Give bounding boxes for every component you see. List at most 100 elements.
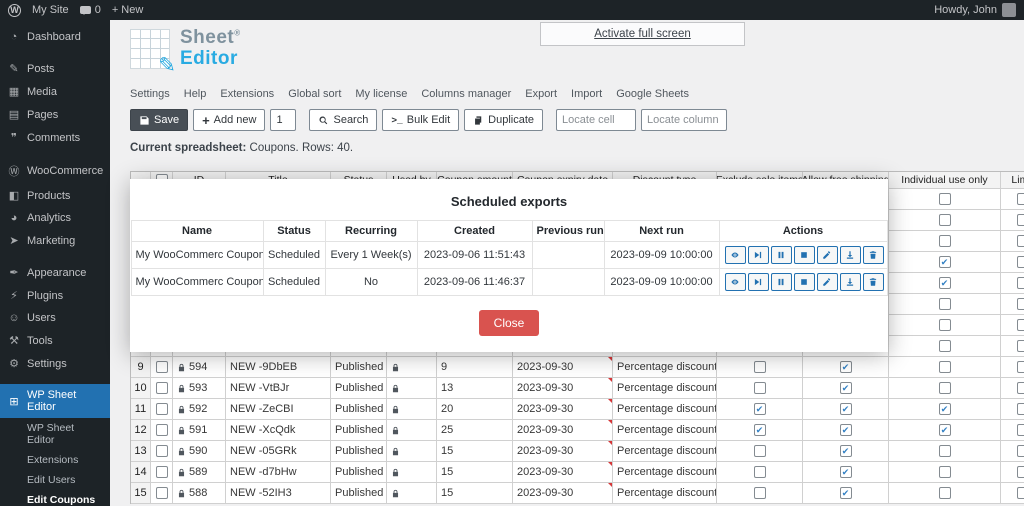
- free-shipping-cell[interactable]: ✔: [803, 483, 889, 504]
- coupon-amount-cell[interactable]: 15: [437, 462, 513, 483]
- edit-button[interactable]: [816, 246, 838, 264]
- free-shipping-cell[interactable]: ✔: [803, 378, 889, 399]
- sidebar-item-plugins[interactable]: ⚡ Plugins: [0, 284, 110, 307]
- sidebar-item-products[interactable]: ◧ Products: [0, 184, 110, 207]
- exclude-sale-items-cell[interactable]: [717, 462, 803, 483]
- menu-item-export[interactable]: Export: [525, 88, 557, 100]
- delete-button[interactable]: [862, 273, 884, 291]
- wp-logo[interactable]: W: [8, 3, 21, 17]
- row-number[interactable]: 12: [131, 420, 151, 441]
- sidebar-subitem-wp-sheet-editor[interactable]: WP Sheet Editor: [0, 418, 110, 450]
- discount-type-cell[interactable]: Percentage discount: [613, 399, 717, 420]
- sidebar-item-tools[interactable]: ⚒ Tools: [0, 329, 110, 352]
- column-header[interactable]: Individual use only: [889, 172, 1001, 189]
- individual-use-cell[interactable]: ✔: [889, 420, 1001, 441]
- title-cell[interactable]: NEW -VtBJr: [226, 378, 331, 399]
- id-cell[interactable]: 594: [173, 357, 226, 378]
- individual-use-checkbox[interactable]: [938, 298, 951, 310]
- exclude-sale-checkbox[interactable]: [753, 382, 766, 394]
- used-by-cell[interactable]: [387, 441, 437, 462]
- exclude-sale-items-cell[interactable]: [717, 441, 803, 462]
- free-shipping-cell[interactable]: ✔: [803, 462, 889, 483]
- limit-cell[interactable]: [1001, 189, 1024, 210]
- individual-use-cell[interactable]: ✔: [889, 273, 1001, 294]
- add-count-input[interactable]: [270, 109, 297, 131]
- limit-checkbox[interactable]: [1016, 235, 1024, 247]
- id-cell[interactable]: 591: [173, 420, 226, 441]
- title-cell[interactable]: NEW -52IH3: [226, 483, 331, 504]
- exclude-sale-items-cell[interactable]: [717, 483, 803, 504]
- id-cell[interactable]: 589: [173, 462, 226, 483]
- used-by-cell[interactable]: [387, 420, 437, 441]
- view-button[interactable]: [724, 273, 746, 291]
- limit-cell[interactable]: [1001, 441, 1024, 462]
- view-button[interactable]: [724, 246, 746, 264]
- individual-use-checkbox[interactable]: [938, 193, 951, 205]
- my-site-link[interactable]: My Site: [32, 4, 69, 16]
- used-by-cell[interactable]: [387, 462, 437, 483]
- exclude-sale-items-cell[interactable]: [717, 357, 803, 378]
- limit-checkbox[interactable]: [1016, 193, 1024, 205]
- status-cell[interactable]: Published: [331, 483, 387, 504]
- delete-button[interactable]: [862, 246, 884, 264]
- close-button[interactable]: Close: [478, 310, 540, 336]
- row-checkbox[interactable]: [155, 403, 168, 415]
- individual-use-checkbox[interactable]: [938, 382, 951, 394]
- limit-checkbox[interactable]: [1016, 424, 1024, 436]
- new-content-link[interactable]: + New: [112, 4, 144, 16]
- title-cell[interactable]: NEW -d7bHw: [226, 462, 331, 483]
- coupon-amount-cell[interactable]: 25: [437, 420, 513, 441]
- run-now-button[interactable]: [747, 246, 769, 264]
- run-now-button[interactable]: [747, 273, 769, 291]
- status-cell[interactable]: Published: [331, 399, 387, 420]
- individual-use-cell[interactable]: [889, 336, 1001, 357]
- individual-use-cell[interactable]: [889, 315, 1001, 336]
- row-number[interactable]: 10: [131, 378, 151, 399]
- individual-use-checkbox[interactable]: [938, 319, 951, 331]
- expiry-date-cell[interactable]: 2023-09-30: [513, 462, 613, 483]
- limit-checkbox[interactable]: [1016, 487, 1024, 499]
- limit-checkbox[interactable]: [1016, 256, 1024, 268]
- limit-cell[interactable]: [1001, 462, 1024, 483]
- free-shipping-cell[interactable]: ✔: [803, 441, 889, 462]
- free-shipping-checkbox[interactable]: ✔: [839, 403, 852, 415]
- column-header[interactable]: Limit: [1001, 172, 1024, 189]
- row-select-cell[interactable]: [151, 357, 173, 378]
- save-button[interactable]: Save: [130, 109, 189, 131]
- limit-cell[interactable]: [1001, 357, 1024, 378]
- limit-checkbox[interactable]: [1016, 361, 1024, 373]
- sidebar-item-analytics[interactable]: ◕ Analytics: [0, 207, 110, 229]
- locate-cell-input[interactable]: [556, 109, 637, 131]
- free-shipping-cell[interactable]: ✔: [803, 399, 889, 420]
- limit-cell[interactable]: [1001, 399, 1024, 420]
- free-shipping-checkbox[interactable]: ✔: [839, 487, 852, 499]
- exclude-sale-items-cell[interactable]: ✔: [717, 399, 803, 420]
- pause-button[interactable]: [770, 273, 792, 291]
- title-cell[interactable]: NEW -9DbEB: [226, 357, 331, 378]
- limit-cell[interactable]: [1001, 231, 1024, 252]
- used-by-cell[interactable]: [387, 483, 437, 504]
- row-number[interactable]: 15: [131, 483, 151, 504]
- coupon-amount-cell[interactable]: 15: [437, 441, 513, 462]
- free-shipping-checkbox[interactable]: ✔: [839, 382, 852, 394]
- individual-use-cell[interactable]: [889, 441, 1001, 462]
- individual-use-checkbox[interactable]: [938, 445, 951, 457]
- limit-checkbox[interactable]: [1016, 382, 1024, 394]
- individual-use-cell[interactable]: [889, 189, 1001, 210]
- individual-use-checkbox[interactable]: [938, 340, 951, 352]
- expiry-date-cell[interactable]: 2023-09-30: [513, 357, 613, 378]
- download-button[interactable]: [839, 246, 861, 264]
- free-shipping-checkbox[interactable]: ✔: [839, 445, 852, 457]
- discount-type-cell[interactable]: Percentage discount: [613, 420, 717, 441]
- status-cell[interactable]: Published: [331, 378, 387, 399]
- individual-use-checkbox[interactable]: ✔: [938, 403, 951, 415]
- exclude-sale-checkbox[interactable]: [753, 487, 766, 499]
- individual-use-cell[interactable]: [889, 483, 1001, 504]
- individual-use-checkbox[interactable]: ✔: [938, 277, 951, 289]
- menu-item-import[interactable]: Import: [571, 88, 602, 100]
- limit-cell[interactable]: [1001, 315, 1024, 336]
- expiry-date-cell[interactable]: 2023-09-30: [513, 399, 613, 420]
- add-new-button[interactable]: + Add new: [193, 109, 266, 131]
- row-checkbox[interactable]: [155, 361, 168, 373]
- used-by-cell[interactable]: [387, 378, 437, 399]
